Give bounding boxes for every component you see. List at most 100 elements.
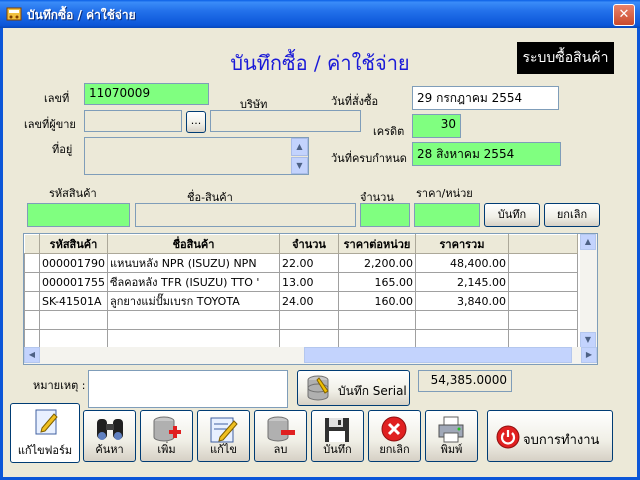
exit-button[interactable]: จบการทำงาน bbox=[487, 410, 613, 462]
database-icon bbox=[307, 375, 329, 401]
cell-price[interactable]: 2,200.00 bbox=[338, 253, 416, 273]
edit-form-label: แก้ไขฟอร์ม bbox=[17, 444, 73, 457]
close-button[interactable]: ✕ bbox=[613, 4, 635, 26]
credit-field[interactable]: 30 bbox=[412, 114, 461, 138]
items-table: รหัสสินค้า ชื่อสินค้า จำนวน ราคาต่อหน่วย… bbox=[24, 234, 578, 349]
print-button[interactable]: พิมพ์ bbox=[425, 410, 478, 462]
row-indicator-header bbox=[24, 234, 40, 254]
table-row-empty[interactable] bbox=[24, 329, 578, 349]
search-label: ค้นหา bbox=[95, 443, 124, 456]
scroll-up-icon[interactable]: ▲ bbox=[291, 138, 308, 156]
add-label: เพิ่ม bbox=[157, 443, 176, 456]
entry-code-label: รหัสสินค้า bbox=[49, 187, 97, 200]
cell-qty[interactable]: 22.00 bbox=[279, 253, 339, 273]
note-field[interactable] bbox=[88, 370, 288, 408]
window-title: บันทึกซื้อ / ค่าใช้จ่าย bbox=[27, 8, 136, 22]
column-header[interactable]: รหัสสินค้า bbox=[39, 234, 108, 254]
scroll-thumb[interactable] bbox=[304, 347, 572, 363]
grand-total-field: 54,385.0000 bbox=[418, 370, 512, 392]
column-header[interactable]: จำนวน bbox=[279, 234, 339, 254]
table-row[interactable]: 000001755 ซีลคอหลัง TFR (ISUZU) TTO ' 13… bbox=[24, 272, 578, 292]
scroll-down-icon[interactable]: ▼ bbox=[580, 332, 596, 348]
entry-qty-field[interactable] bbox=[360, 203, 410, 227]
cell-code[interactable]: SK-41501A bbox=[39, 291, 108, 311]
edit-document-icon bbox=[35, 409, 58, 435]
cell-qty[interactable]: 24.00 bbox=[279, 291, 339, 311]
scroll-up-icon[interactable]: ▲ bbox=[580, 234, 596, 250]
search-button[interactable]: ค้นหา bbox=[83, 410, 136, 462]
cell-code[interactable]: 000001755 bbox=[39, 272, 108, 292]
save-label: บันทึก bbox=[323, 443, 352, 456]
entry-cancel-button[interactable]: ยกเลิก bbox=[544, 203, 600, 227]
doc-no-field[interactable]: 11070009 bbox=[84, 83, 209, 105]
edit-form-button[interactable]: แก้ไขฟอร์ม bbox=[10, 403, 80, 463]
filler-header bbox=[508, 234, 578, 254]
note-label: หมายเหตุ : bbox=[33, 379, 86, 392]
print-label: พิมพ์ bbox=[440, 443, 463, 456]
table-header-row: รหัสสินค้า ชื่อสินค้า จำนวน ราคาต่อหน่วย… bbox=[24, 234, 578, 254]
supplier-no-label: เลขที่ผู้ขาย bbox=[24, 118, 76, 131]
title-bar[interactable]: บันทึกซื้อ / ค่าใช้จ่าย ✕ bbox=[0, 0, 640, 28]
column-header[interactable]: ราคารวม bbox=[415, 234, 509, 254]
cell-filler bbox=[508, 253, 578, 273]
column-header[interactable]: ราคาต่อหน่วย bbox=[338, 234, 416, 254]
cell-total[interactable]: 3,840.00 bbox=[415, 291, 509, 311]
cell-name[interactable]: ลูกยางแม่ปั๊มเบรก TOYOTA bbox=[107, 291, 280, 311]
scroll-right-icon[interactable]: ▶ bbox=[581, 347, 597, 363]
cell-qty[interactable]: 13.00 bbox=[279, 272, 339, 292]
address-field[interactable] bbox=[84, 137, 309, 175]
cell-price[interactable]: 165.00 bbox=[338, 272, 416, 292]
purchase-window: บันทึกซื้อ / ค่าใช้จ่าย ✕ บันทึกซื้อ / ค… bbox=[0, 0, 640, 480]
column-header[interactable]: ชื่อสินค้า bbox=[107, 234, 280, 254]
cell-price[interactable]: 160.00 bbox=[338, 291, 416, 311]
address-label: ที่อยู่ bbox=[52, 143, 73, 156]
cell-filler bbox=[508, 291, 578, 311]
entry-name-field[interactable] bbox=[135, 203, 356, 227]
due-date-label: วันที่ครบกำหนด bbox=[331, 152, 407, 165]
add-button[interactable]: เพิ่ม bbox=[140, 410, 193, 462]
edit-button[interactable]: แก้ไข bbox=[197, 410, 250, 462]
scroll-down-icon[interactable]: ▼ bbox=[291, 157, 308, 174]
edit-label: แก้ไข bbox=[210, 443, 237, 456]
supplier-no-field[interactable] bbox=[84, 110, 182, 132]
app-icon bbox=[6, 7, 22, 21]
scroll-left-icon[interactable]: ◀ bbox=[24, 347, 40, 363]
row-indicator bbox=[24, 272, 40, 292]
entry-code-field[interactable] bbox=[27, 203, 130, 227]
cancel-label: ยกเลิก bbox=[379, 443, 410, 456]
company-field[interactable] bbox=[210, 110, 361, 132]
table-row[interactable]: 000001790 แหนบหลัง NPR (ISUZU) NPN 22.00… bbox=[24, 253, 578, 273]
entry-save-button[interactable]: บันทึก bbox=[484, 203, 540, 227]
cell-code[interactable]: 000001790 bbox=[39, 253, 108, 273]
close-icon: ✕ bbox=[618, 7, 630, 22]
order-date-field[interactable]: 29 กรกฎาคม 2554 bbox=[412, 86, 559, 110]
save-serial-label: บันทึก Serial bbox=[338, 384, 407, 398]
entry-price-label: ราคา/หน่วย bbox=[416, 187, 473, 200]
delete-label: ลบ bbox=[273, 443, 288, 456]
table-row-empty[interactable] bbox=[24, 310, 578, 330]
grid-vertical-scrollbar[interactable]: ▲ ▼ bbox=[580, 234, 597, 348]
doc-no-label: เลขที่ bbox=[44, 92, 70, 105]
system-label: ระบบซื้อสินค้า bbox=[517, 42, 614, 74]
save-button[interactable]: บันทึก bbox=[311, 410, 364, 462]
due-date-field[interactable]: 28 สิงหาคม 2554 bbox=[412, 142, 561, 166]
cell-total[interactable]: 48,400.00 bbox=[415, 253, 509, 273]
grid-horizontal-scrollbar[interactable]: ◀ ▶ bbox=[24, 347, 597, 364]
cancel-button[interactable]: ยกเลิก bbox=[368, 410, 421, 462]
cell-total[interactable]: 2,145.00 bbox=[415, 272, 509, 292]
cell-name[interactable]: แหนบหลัง NPR (ISUZU) NPN bbox=[107, 253, 280, 273]
supplier-browse-button[interactable]: ... bbox=[186, 111, 206, 133]
delete-button[interactable]: ลบ bbox=[254, 410, 307, 462]
table-row[interactable]: SK-41501A ลูกยางแม่ปั๊มเบรก TOYOTA 24.00… bbox=[24, 291, 578, 311]
credit-label: เครดิต bbox=[373, 125, 405, 138]
row-indicator bbox=[24, 253, 40, 273]
items-grid[interactable]: รหัสสินค้า ชื่อสินค้า จำนวน ราคาต่อหน่วย… bbox=[23, 233, 598, 365]
exit-label: จบการทำงาน bbox=[523, 433, 600, 448]
entry-price-field[interactable] bbox=[414, 203, 480, 227]
power-icon bbox=[496, 425, 520, 449]
cell-name[interactable]: ซีลคอหลัง TFR (ISUZU) TTO ' bbox=[107, 272, 280, 292]
row-indicator bbox=[24, 291, 40, 311]
order-date-label: วันที่สั่งซื้อ bbox=[331, 95, 379, 108]
save-serial-button[interactable]: บันทึก Serial bbox=[297, 370, 410, 406]
cell-filler bbox=[508, 272, 578, 292]
